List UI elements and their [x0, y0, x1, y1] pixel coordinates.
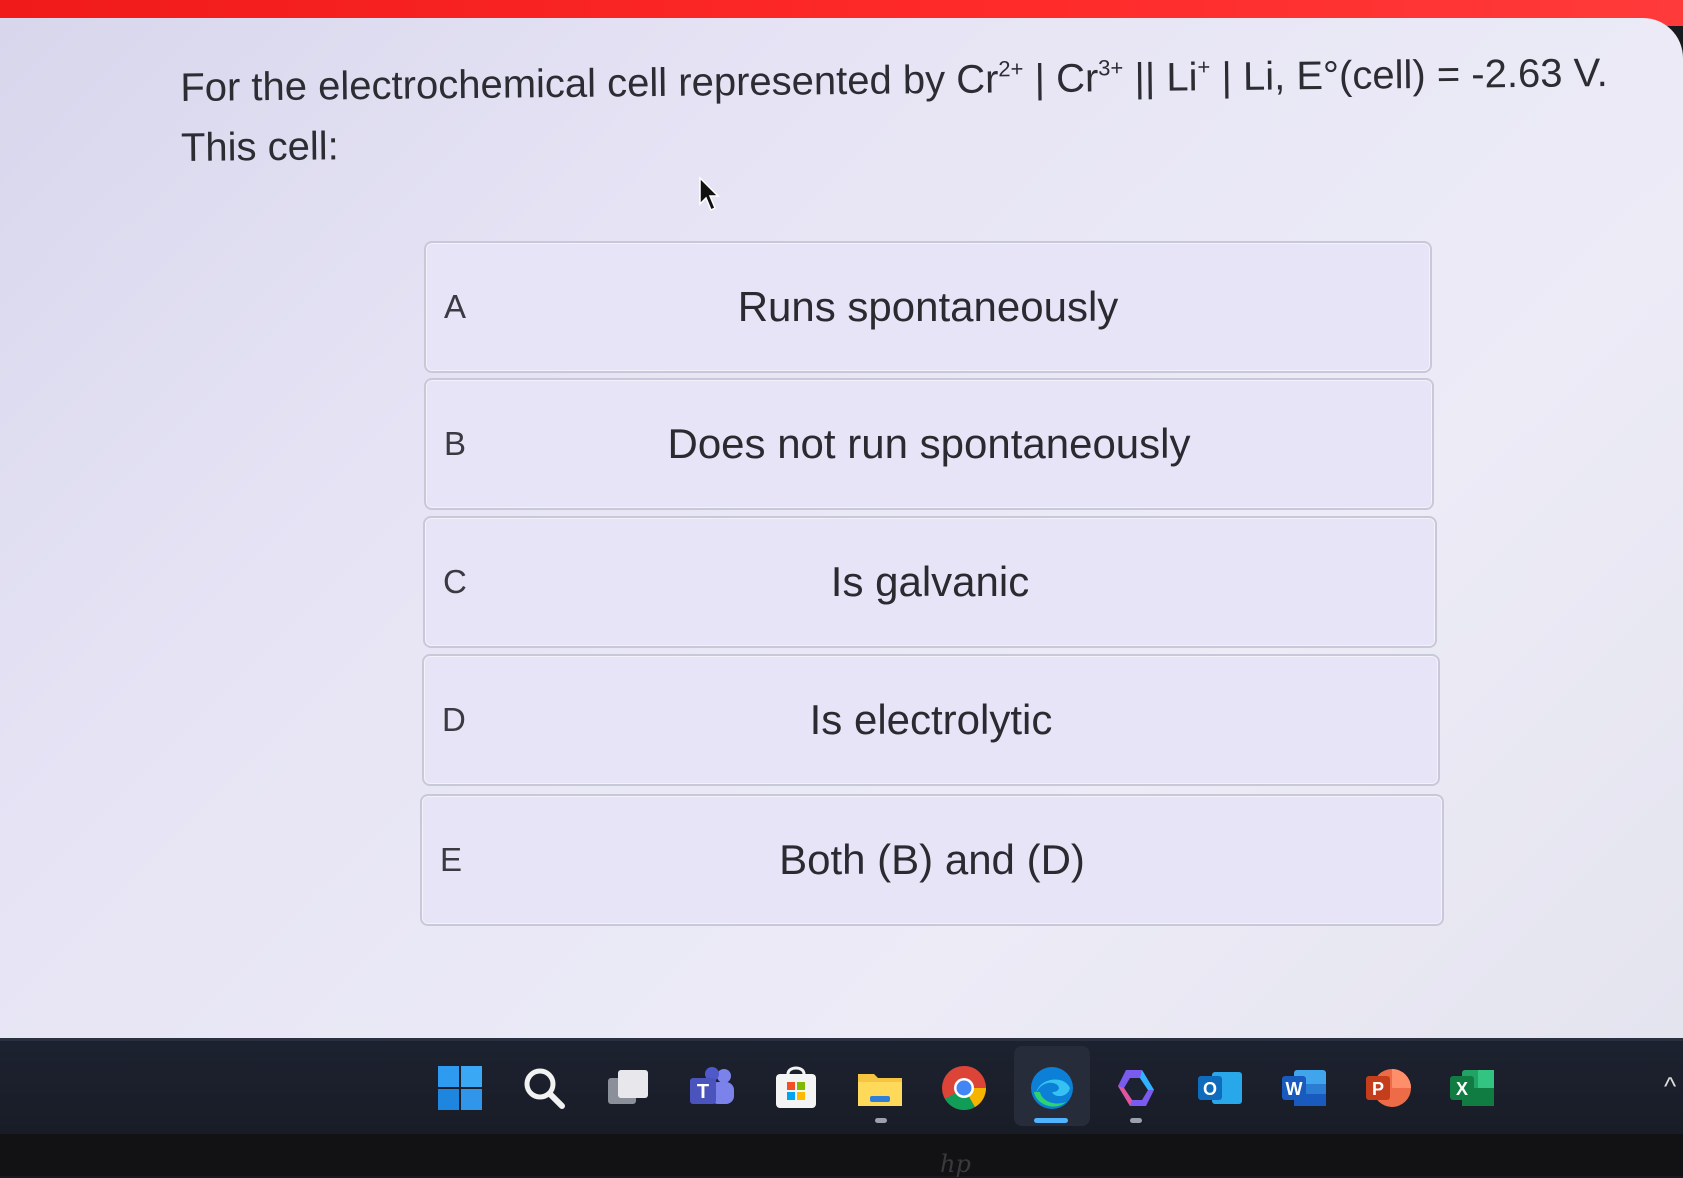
file-explorer-icon[interactable] [856, 1064, 904, 1112]
outlook-icon[interactable]: O [1196, 1064, 1244, 1112]
monitor-bezel [0, 1134, 1683, 1176]
option-text: Is electrolytic [809, 696, 1053, 743]
svg-text:O: O [1203, 1079, 1217, 1099]
svg-text:P: P [1372, 1079, 1384, 1099]
option-text: Is galvanic [830, 558, 1030, 605]
running-indicator [875, 1118, 887, 1123]
svg-text:W: W [1286, 1079, 1303, 1099]
overflow-chevron-icon[interactable]: ^ [1664, 1073, 1683, 1099]
powerpoint-icon[interactable]: P [1364, 1064, 1412, 1112]
copilot-icon[interactable] [1112, 1064, 1160, 1112]
mouse-cursor-icon [699, 176, 720, 212]
word-icon[interactable]: W [1280, 1064, 1328, 1112]
store-icon[interactable] [772, 1064, 820, 1112]
running-indicator [1130, 1118, 1142, 1123]
chrome-icon[interactable] [940, 1064, 988, 1112]
option-e[interactable]: E Both (B) and (D) [420, 794, 1444, 926]
option-text: Runs spontaneously [737, 283, 1119, 330]
option-b[interactable]: B Does not run spontaneously [424, 378, 1434, 510]
taskbar [0, 1038, 1683, 1137]
option-a[interactable]: A Runs spontaneously [424, 241, 1432, 373]
edge-icon[interactable] [1028, 1064, 1076, 1112]
option-text: Does not run spontaneously [667, 420, 1191, 467]
task-view-icon[interactable] [604, 1064, 652, 1112]
question-subtext: This cell: [180, 124, 339, 170]
svg-text:T: T [697, 1081, 709, 1103]
option-c[interactable]: C Is galvanic [423, 516, 1437, 648]
hp-logo: hp [940, 1150, 971, 1178]
teams-icon[interactable]: T [688, 1064, 736, 1112]
excel-icon[interactable]: X [1448, 1064, 1496, 1112]
svg-text:X: X [1456, 1079, 1468, 1099]
windows-start-icon[interactable] [436, 1064, 484, 1112]
option-text: Both (B) and (D) [779, 836, 1085, 883]
question-text: For the electrochemical cell represented… [180, 43, 1661, 178]
search-icon[interactable] [520, 1064, 568, 1112]
active-indicator [1034, 1118, 1068, 1123]
option-d[interactable]: D Is electrolytic [422, 654, 1440, 786]
